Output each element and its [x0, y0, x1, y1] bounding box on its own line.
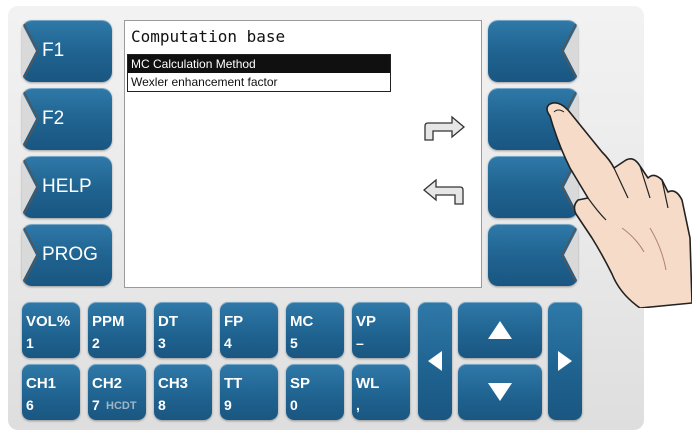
key-top-label: MC	[290, 313, 314, 330]
key-bottom-label: 9	[224, 397, 232, 413]
nav-up-button[interactable]	[458, 302, 542, 358]
menu-item-wexler-enhancement-factor[interactable]: Wexler enhancement factor	[128, 73, 390, 91]
key-notch-icon	[22, 23, 39, 79]
key-top-label: DT	[158, 313, 178, 330]
key-top-label: CH1	[26, 375, 57, 392]
key-top-label: VOL%	[26, 313, 71, 330]
key-top-label: WL	[356, 375, 380, 392]
key-bottom-label: –	[356, 335, 364, 351]
nav-right-button[interactable]	[548, 302, 582, 420]
key-notch-icon	[22, 227, 39, 283]
display-screen: Computation base MC Calculation Method W…	[124, 20, 482, 288]
prog-key-label: PROG	[42, 244, 98, 265]
key-bottom-label: 7	[92, 397, 100, 413]
key-notch-icon	[22, 91, 39, 147]
key-bottom-label: 6	[26, 397, 34, 413]
key-sub-label: HCDT	[106, 400, 137, 412]
key-wl[interactable]: WL ,	[352, 364, 410, 420]
triangle-right-icon	[558, 351, 572, 371]
key-top-label: FP	[224, 313, 244, 330]
f1-key[interactable]: F1	[22, 20, 112, 82]
key-dt[interactable]: DT 3	[154, 302, 212, 358]
f1-key-label: F1	[42, 40, 65, 61]
key-bottom-label: ,	[356, 397, 360, 413]
key-mc[interactable]: MC 5	[286, 302, 344, 358]
key-bottom-label: 2	[92, 335, 100, 351]
prog-key[interactable]: PROG	[22, 224, 112, 286]
help-key[interactable]: HELP	[22, 156, 112, 218]
arrow-enter-icon	[424, 115, 466, 141]
soft-key-1[interactable]	[488, 20, 578, 82]
key-bottom-label: 8	[158, 397, 166, 413]
nav-left-button[interactable]	[418, 302, 452, 420]
key-sp[interactable]: SP 0	[286, 364, 344, 420]
key-top-label: CH3	[158, 375, 189, 392]
key-vp[interactable]: VP –	[352, 302, 410, 358]
key-ch3[interactable]: CH3 8	[154, 364, 212, 420]
key-top-label: TT	[224, 375, 243, 392]
help-key-label: HELP	[42, 176, 92, 197]
key-top-label: PPM	[92, 313, 125, 330]
key-top-label: CH2	[92, 375, 123, 392]
key-ch2[interactable]: CH2 7 HCDT	[88, 364, 146, 420]
key-vol-percent[interactable]: VOL% 1	[22, 302, 80, 358]
menu-item-mc-calculation-method[interactable]: MC Calculation Method	[128, 55, 390, 73]
key-top-label: VP	[356, 313, 377, 330]
key-top-label: SP	[290, 375, 311, 392]
triangle-down-icon	[488, 383, 512, 401]
key-fp[interactable]: FP 4	[220, 302, 278, 358]
key-bottom-label: 1	[26, 335, 34, 351]
triangle-up-icon	[488, 321, 512, 339]
key-tt[interactable]: TT 9	[220, 364, 278, 420]
f2-key-label: F2	[42, 108, 65, 129]
key-ppm[interactable]: PPM 2	[88, 302, 146, 358]
triangle-left-icon	[428, 351, 442, 371]
key-notch-icon	[22, 159, 39, 215]
pointing-hand-icon	[546, 102, 692, 308]
screen-title: Computation base	[131, 27, 286, 46]
nav-down-button[interactable]	[458, 364, 542, 420]
key-bottom-label: 0	[290, 397, 298, 413]
key-bottom-label: 5	[290, 335, 298, 351]
arrow-back-icon	[422, 178, 464, 205]
key-notch-icon	[561, 23, 578, 79]
key-ch1[interactable]: CH1 6	[22, 364, 80, 420]
key-bottom-label: 3	[158, 335, 166, 351]
menu-list: MC Calculation Method Wexler enhancement…	[127, 54, 391, 92]
key-bottom-label: 4	[224, 335, 232, 351]
f2-key[interactable]: F2	[22, 88, 112, 150]
